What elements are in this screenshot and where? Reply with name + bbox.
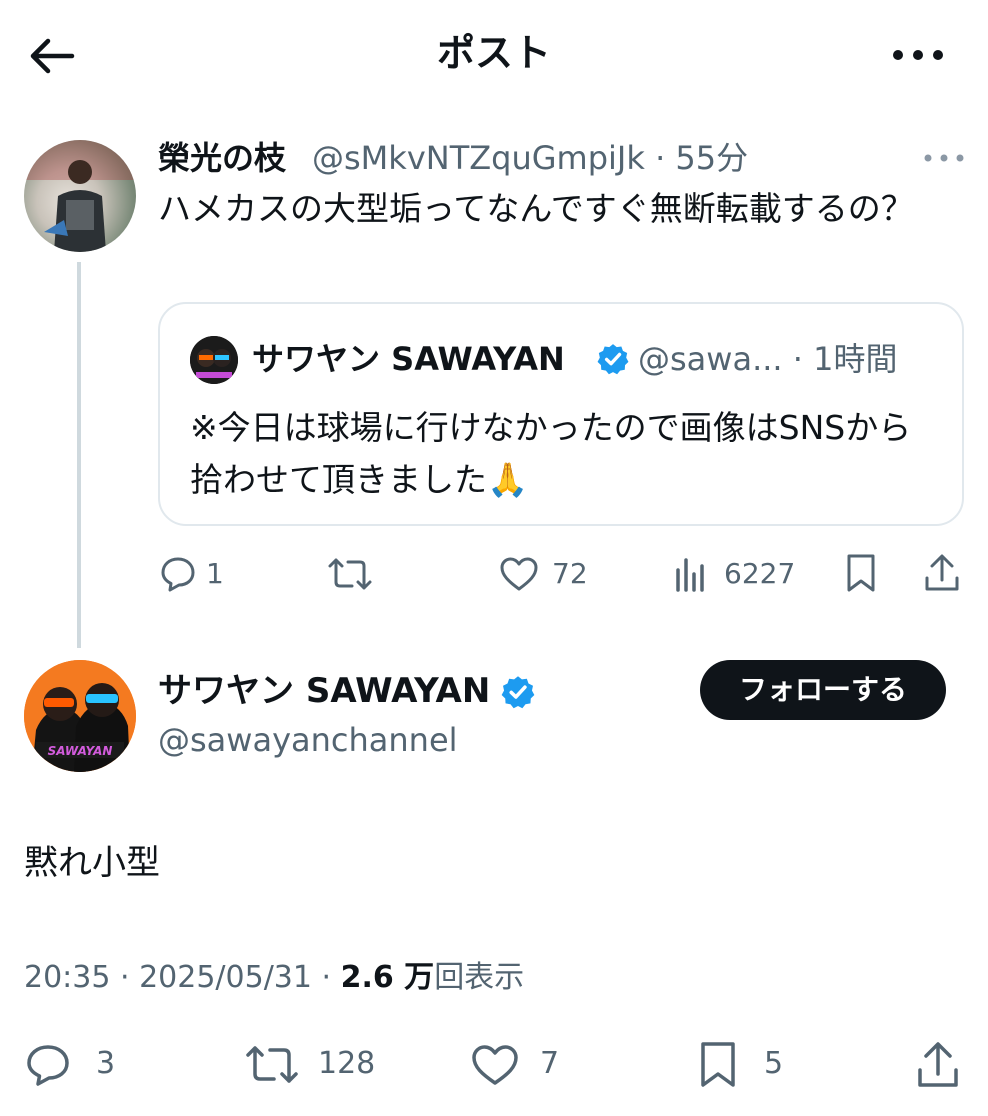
- post-author-handle[interactable]: @sawayanchannel: [158, 718, 458, 762]
- more-options-icon[interactable]: [890, 40, 946, 70]
- reply-views-icon[interactable]: [674, 556, 710, 592]
- post-bookmark-count: 5: [764, 1046, 784, 1081]
- post-bookmark-icon[interactable]: [698, 1040, 738, 1090]
- reply-like-count: 72: [552, 557, 588, 590]
- avatar-text: SAWAYAN: [48, 744, 113, 758]
- reply-like-icon[interactable]: [498, 554, 540, 594]
- post-like-icon[interactable]: [470, 1042, 520, 1088]
- verified-badge-icon: [501, 676, 535, 709]
- reply-author-handle[interactable]: @sMkvNTZquGmpiJk · 55分: [312, 136, 748, 180]
- reply-bookmark-icon[interactable]: [844, 552, 878, 594]
- post-views-label: 回表示: [434, 960, 525, 995]
- post-author-avatar[interactable]: SAWAYAN: [24, 660, 136, 772]
- reply-author-name[interactable]: 榮光の枝: [158, 136, 286, 180]
- post-reply-count: 3: [96, 1046, 116, 1081]
- page-title: ポスト: [436, 31, 551, 75]
- reply-repost-icon[interactable]: [326, 554, 374, 594]
- reply-text: ハメカスの大型垢ってなんですぐ無断転載するの？: [158, 189, 914, 228]
- quoted-author-name: サワヤン SAWAYAN: [252, 340, 565, 378]
- reply-share-icon[interactable]: [922, 552, 962, 594]
- reply-comment-count: 1: [206, 557, 224, 590]
- quoted-author-avatar: [190, 336, 238, 384]
- follow-button[interactable]: フォローする: [700, 660, 946, 720]
- post-share-icon[interactable]: [914, 1040, 962, 1090]
- post-text: 黙れ小型: [24, 843, 160, 883]
- reply-more-icon[interactable]: [922, 148, 966, 168]
- verified-badge-icon: [597, 344, 629, 375]
- post-reply-icon[interactable]: [24, 1042, 72, 1088]
- reply-views-count: 6227: [724, 557, 796, 590]
- reply-comment-icon[interactable]: [158, 554, 198, 594]
- post-timestamp: 20:35 · 2025/05/31 ·: [24, 960, 341, 995]
- post-repost-count: 128: [318, 1046, 376, 1081]
- post-views-count: 2.6 万: [340, 960, 435, 995]
- thread-line: [77, 262, 81, 648]
- reply-author-avatar[interactable]: [24, 140, 136, 252]
- post-meta: 20:35 · 2025/05/31 · 2.6 万回表示: [24, 956, 524, 1000]
- post-like-count: 7: [540, 1046, 560, 1081]
- quoted-post-text: ※今日は球場に行けなかったので画像はSNSから拾わせて頂きました🙏: [190, 408, 912, 499]
- quoted-author-handle: @sawa... · 1時間: [638, 340, 898, 378]
- post-repost-icon[interactable]: [244, 1042, 300, 1088]
- post-author-name[interactable]: サワヤン SAWAYAN: [158, 668, 490, 714]
